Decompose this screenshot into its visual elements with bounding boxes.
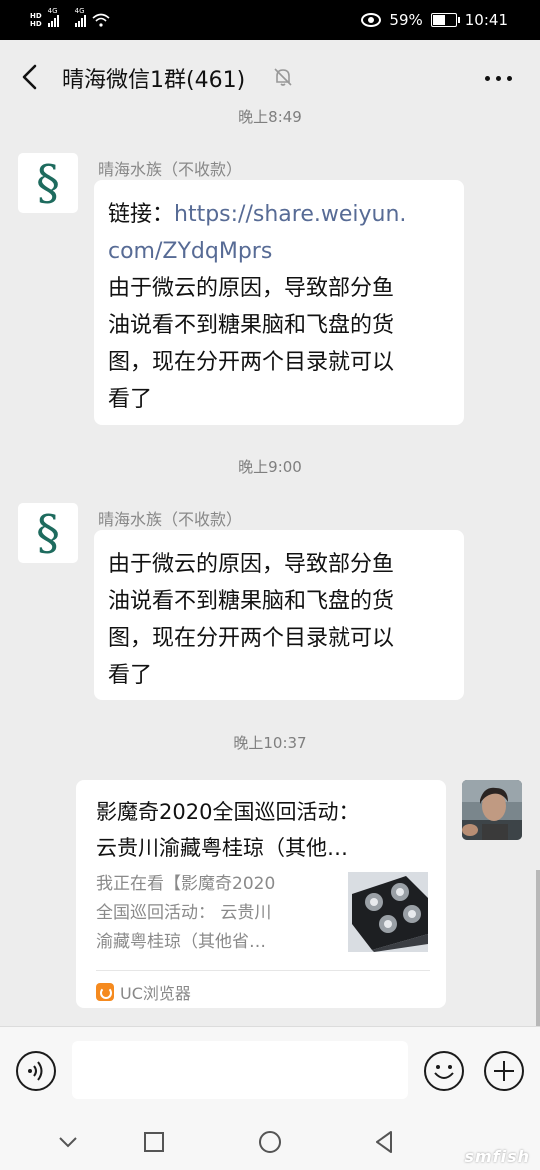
chevron-left-icon[interactable] (18, 62, 42, 92)
uc-browser-icon (96, 983, 114, 1001)
card-thumbnail (348, 872, 428, 952)
avatar[interactable]: § (18, 503, 78, 563)
card-description: 我正在看【影魔奇2020 全国巡回活动： 云贵川 渝藏粤桂琼（其他省… (96, 874, 276, 952)
smiley-icon[interactable] (424, 1051, 464, 1091)
input-bar (0, 1026, 540, 1113)
voice-icon[interactable] (16, 1051, 56, 1091)
message-bubble[interactable]: 由于微云的原因，导致部分鱼 油说看不到糖果脑和飞盘的货 图，现在分开两个目录就可… (94, 530, 464, 700)
watermark: smfish (464, 1147, 530, 1166)
card-source: UC浏览器 (96, 980, 191, 1004)
message-link-cont[interactable]: com/ZYdqMprs (108, 233, 450, 270)
recent-apps-icon[interactable] (140, 1128, 168, 1156)
chat-title: 晴海微信1群(461) (62, 68, 246, 93)
avatar[interactable] (462, 780, 522, 840)
timestamp: 晚上10:37 (233, 734, 307, 752)
message-line: 油说看不到糖果脑和飞盘的货 (108, 589, 395, 614)
message-line: 图，现在分开两个目录就可以 (108, 350, 395, 375)
home-icon[interactable] (256, 1128, 284, 1156)
message-line: 图，现在分开两个目录就可以 (108, 626, 395, 651)
divider (96, 970, 430, 971)
ellipsis-icon[interactable] (485, 76, 512, 81)
sender-name: 晴海水族（不收款） (98, 510, 243, 529)
sender-name: 晴海水族（不收款） (98, 160, 243, 179)
timestamp: 晚上8:49 (238, 108, 302, 126)
plus-icon[interactable] (484, 1051, 524, 1091)
avatar[interactable]: § (18, 153, 78, 213)
message-input[interactable] (72, 1041, 408, 1099)
signal-icon-1: 4G (47, 7, 59, 27)
link-card[interactable]: 影魔奇2020全国巡回活动： 云贵川渝藏粤桂琼（其他… 我正在看【影魔奇2020… (76, 780, 446, 1008)
signal-icon-2: 4G (74, 7, 86, 27)
clock: 10:41 (464, 11, 508, 29)
bell-muted-icon (274, 68, 292, 86)
timestamp: 晚上9:00 (238, 458, 302, 476)
hd-badge: HD HD (30, 12, 42, 28)
message-line: 油说看不到糖果脑和飞盘的货 (108, 313, 395, 338)
message-line: 由于微云的原因，导致部分鱼 (108, 552, 395, 577)
chevron-down-icon[interactable] (54, 1128, 82, 1156)
message-line: 由于微云的原因，导致部分鱼 (108, 276, 395, 301)
message-link[interactable]: https://share.weiyun. (174, 202, 406, 227)
back-triangle-icon[interactable] (370, 1128, 398, 1156)
scrollbar[interactable] (536, 870, 540, 1030)
message-line: 看了 (108, 387, 153, 412)
eye-icon (361, 13, 382, 27)
wifi-icon (92, 13, 110, 27)
link-label: 链接： (108, 202, 175, 227)
message-line: 看了 (108, 663, 153, 688)
card-title: 影魔奇2020全国巡回活动： 云贵川渝藏粤桂琼（其他… (96, 800, 360, 860)
battery-icon (430, 13, 460, 27)
battery-percent: 59% (389, 11, 423, 29)
chat-header: 晴海微信1群(461) (0, 40, 540, 114)
system-nav-bar: smfish (0, 1112, 540, 1170)
status-bar: HD HD 4G 4G 59% 10:41 (0, 0, 540, 40)
message-bubble[interactable]: 链接：https://share.weiyun. com/ZYdqMprs 由于… (94, 180, 464, 425)
